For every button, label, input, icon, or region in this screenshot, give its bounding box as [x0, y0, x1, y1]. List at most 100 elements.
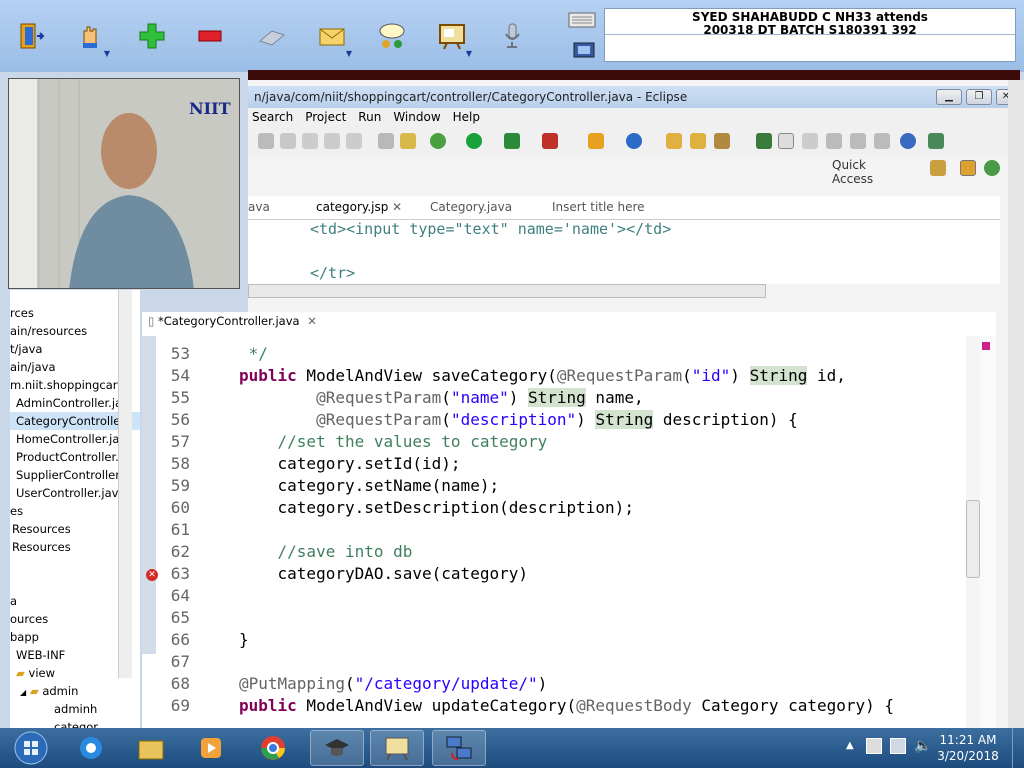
step-return-icon[interactable] [346, 133, 362, 149]
coverage-icon[interactable] [542, 133, 558, 149]
minimize-button[interactable]: ▁ [936, 89, 962, 105]
error-overview-marker[interactable] [982, 342, 990, 350]
horizontal-scrollbar[interactable] [248, 284, 766, 298]
code-line: public ModelAndView updateCategory(@Requ… [239, 696, 895, 715]
remove-minus-icon[interactable] [190, 16, 230, 56]
code-line: //save into db [239, 542, 413, 561]
menu-window[interactable]: Window [389, 108, 448, 124]
menu-project[interactable]: Project [301, 108, 354, 124]
tab-category-controller[interactable]: ▯ *CategoryController.java ✕ [148, 314, 317, 328]
layout-icon[interactable] [850, 133, 866, 149]
new-icon[interactable] [588, 133, 604, 149]
whiteboard-icon[interactable]: ▼ [432, 16, 472, 58]
keyboard-icon[interactable] [568, 10, 596, 30]
chrome-icon[interactable] [246, 730, 300, 766]
webcam-video: NIIT [8, 78, 240, 289]
tab-partial[interactable]: ava [248, 200, 270, 214]
tree-item-label: categor [54, 720, 99, 728]
expand-icon[interactable]: ◢ [20, 688, 26, 697]
remote-desktop-icon[interactable] [432, 730, 486, 766]
tree-file[interactable]: categor [10, 718, 140, 728]
menu-help[interactable]: Help [449, 108, 488, 124]
action-center-icon[interactable] [866, 738, 882, 754]
top-editor-tabs: ava category.jsp ✕ Category.java Insert … [248, 196, 1000, 220]
brush-icon[interactable] [714, 133, 730, 149]
window-title: n/java/com/niit/shoppingcart/controller/… [248, 86, 1024, 108]
volume-icon[interactable]: 🔈 [914, 738, 931, 754]
editor-tab-bar: ▯ *CategoryController.java ✕ [142, 312, 996, 332]
step-into-icon[interactable] [302, 133, 318, 149]
line-number: 67 [170, 652, 190, 671]
niit-logo: NIIT [189, 99, 231, 118]
new-class-icon[interactable] [626, 133, 642, 149]
system-clock[interactable]: 11:21 AM 3/20/2018 [930, 732, 1006, 764]
tree-file[interactable]: adminh [10, 700, 140, 718]
raise-hand-icon[interactable]: ▼ [70, 16, 110, 58]
line-number: 69 [170, 696, 190, 715]
code-line: */ [239, 344, 268, 363]
tree-item-label: admin [42, 684, 79, 698]
add-plus-icon[interactable] [132, 16, 172, 56]
maximize-button[interactable]: ❐ [966, 89, 992, 105]
menu-bar: Search Project Run Window Help [248, 108, 1024, 128]
highlight-icon[interactable] [778, 133, 794, 149]
open-type-icon[interactable] [690, 133, 706, 149]
code-line: } [239, 630, 249, 649]
debug-perspective-icon[interactable] [984, 160, 1000, 176]
conference-toolbar: ▼ ▼ ▼ SYED SHAHABUDD C NH33 attends 20031… [0, 0, 1024, 72]
menu-search[interactable]: Search [248, 108, 301, 124]
tab-category-jsp[interactable]: category.jsp ✕ [298, 200, 402, 214]
tree-scrollbar[interactable] [118, 290, 132, 678]
open-perspective-icon[interactable] [930, 160, 946, 176]
show-hidden-icons[interactable]: ▲ [846, 740, 854, 751]
open-folder-icon[interactable] [666, 133, 682, 149]
notes-icon[interactable] [252, 16, 292, 56]
globe-icon[interactable] [900, 133, 916, 149]
java-ee-perspective-icon[interactable] [960, 160, 976, 176]
paragraph-icon[interactable] [874, 133, 890, 149]
quick-access-input[interactable]: Quick Access [832, 158, 908, 186]
sync-icon[interactable] [802, 133, 818, 149]
panel-icon[interactable] [826, 133, 842, 149]
file-explorer-icon[interactable] [124, 730, 178, 766]
chat-people-icon[interactable] [372, 16, 412, 56]
tab-insert-title[interactable]: Insert title here [534, 200, 645, 214]
class-app-icon[interactable] [310, 730, 364, 766]
mail-icon[interactable]: ▼ [312, 16, 352, 58]
close-tab-icon[interactable]: ✕ [392, 200, 402, 214]
code-line: public ModelAndView saveCategory(@Reques… [239, 366, 846, 385]
whiteboard-app-icon[interactable] [370, 730, 424, 766]
step-over-icon[interactable] [324, 133, 340, 149]
step-icon[interactable] [280, 133, 296, 149]
show-desktop-button[interactable] [1012, 728, 1024, 768]
tools-icon[interactable] [400, 133, 416, 149]
stop-icon[interactable] [258, 133, 274, 149]
list-icon[interactable] [378, 133, 394, 149]
start-button[interactable] [4, 730, 58, 766]
tree-item-label: view [28, 666, 55, 680]
menu-run[interactable]: Run [354, 108, 389, 124]
java-file-icon: ▯ [148, 314, 155, 328]
run-icon[interactable] [466, 133, 482, 149]
run-external-icon[interactable] [504, 133, 520, 149]
search-tool-icon[interactable] [928, 133, 944, 149]
microphone-icon[interactable] [492, 16, 532, 56]
annotation-icon[interactable] [756, 133, 772, 149]
video-film-icon[interactable] [572, 40, 596, 60]
debug-icon[interactable] [430, 133, 446, 149]
code-line: @RequestParam("description") String desc… [316, 410, 798, 429]
code-line: category.setDescription(description); [239, 498, 634, 517]
error-marker-icon[interactable]: ✕ [146, 569, 158, 581]
java-editor[interactable]: 53 */54 public ModelAndView saveCategory(… [142, 330, 996, 728]
tree-folder-admin[interactable]: ◢ ▰ admin [10, 682, 140, 700]
network-icon[interactable] [890, 738, 906, 754]
scrollbar-thumb[interactable] [966, 500, 980, 578]
exit-door-icon[interactable] [10, 16, 50, 56]
media-player-icon[interactable] [184, 730, 238, 766]
tab-category-java[interactable]: Category.java [412, 200, 512, 214]
folder-icon: ▰ [16, 666, 25, 680]
jsp-editor[interactable]: <td><input type="text" name='name'></td>… [248, 220, 1000, 284]
close-tab-icon[interactable]: ✕ [307, 314, 317, 328]
clock-date: 3/20/2018 [937, 749, 999, 763]
internet-explorer-icon[interactable] [64, 730, 118, 766]
